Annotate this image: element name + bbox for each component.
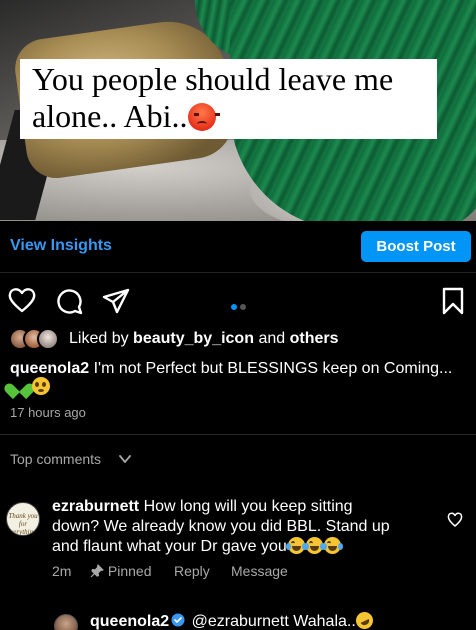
comment-body: ezraburnett How long will you keep sitti… [52,497,432,557]
post-caption: queenola2 I'm not Perfect but BLESSINGS … [10,359,470,379]
carousel-dot [240,304,246,310]
comment-text-1: How long will you keep sitting [143,498,353,515]
verified-badge-icon [171,613,185,627]
comment-icon[interactable] [55,287,83,315]
heart-icon[interactable] [8,287,36,313]
avatar [37,328,59,350]
caption-emojis [10,377,50,397]
overlay-line-2: alone.. Abi.. [32,98,188,134]
comment-text-3: and flaunt what your Dr gave you [52,538,287,555]
comment-like-heart-icon[interactable] [447,512,463,527]
liked-by-user[interactable]: beauty_by_icon [133,330,254,347]
pinned-indicator: Pinned [90,563,151,579]
top-comments-header[interactable]: Top comments [10,451,101,467]
overlay-line-1: You people should leave me [32,61,394,97]
liked-by-joiner: and [258,330,286,347]
reply-mention[interactable]: @ezraburnett [192,613,289,630]
caption-text: I'm not Perfect but BLESSINGS keep on Co… [93,360,453,377]
angry-face-icon [187,103,220,131]
caption-username[interactable]: queenola2 [10,360,89,377]
reply-link[interactable]: Reply [174,563,210,579]
photo-overlay-text: You people should leave me alone.. Abi.. [20,59,437,139]
liked-by-text[interactable]: Liked by beauty_by_icon and others [69,330,339,348]
reply-body: queenola2 @ezraburnett Wahala.. [90,609,376,630]
post-timestamp: 17 hours ago [10,405,86,420]
message-link[interactable]: Message [231,563,288,579]
post-photo[interactable]: You people should leave me alone.. Abi.. [0,0,476,221]
joy-icon [303,537,325,554]
reply-avatar[interactable] [54,614,78,630]
liked-by-prefix: Liked by [69,330,129,347]
chevron-down-icon[interactable] [118,452,132,466]
carousel-dots [231,297,249,315]
reply-username[interactable]: queenola2 [90,613,169,630]
boost-post-button[interactable]: Boost Post [361,231,471,262]
green-heart-icon [10,377,28,393]
liker-avatars[interactable] [9,328,65,350]
rolling-laughing-icon [352,609,376,630]
joy-icon [321,537,343,554]
carousel-dot-active [231,304,237,310]
save-icon[interactable] [441,287,465,315]
liked-by-others[interactable]: others [290,330,339,347]
comment-username[interactable]: ezraburnett [52,498,139,515]
view-insights-link[interactable]: View Insights [10,237,112,255]
comment-text-2: down? We already know you did BBL. Stand… [52,518,390,535]
reply-text: Wahala.. [293,613,356,630]
pinned-label: Pinned [107,563,152,579]
divider [0,434,476,435]
pleading-face-icon [32,377,50,395]
pin-icon [90,564,104,578]
comment-time: 2m [52,563,72,579]
joy-icon [285,537,307,554]
comment-avatar[interactable]: Thank you for everything! [6,502,40,536]
share-icon[interactable] [102,287,130,315]
